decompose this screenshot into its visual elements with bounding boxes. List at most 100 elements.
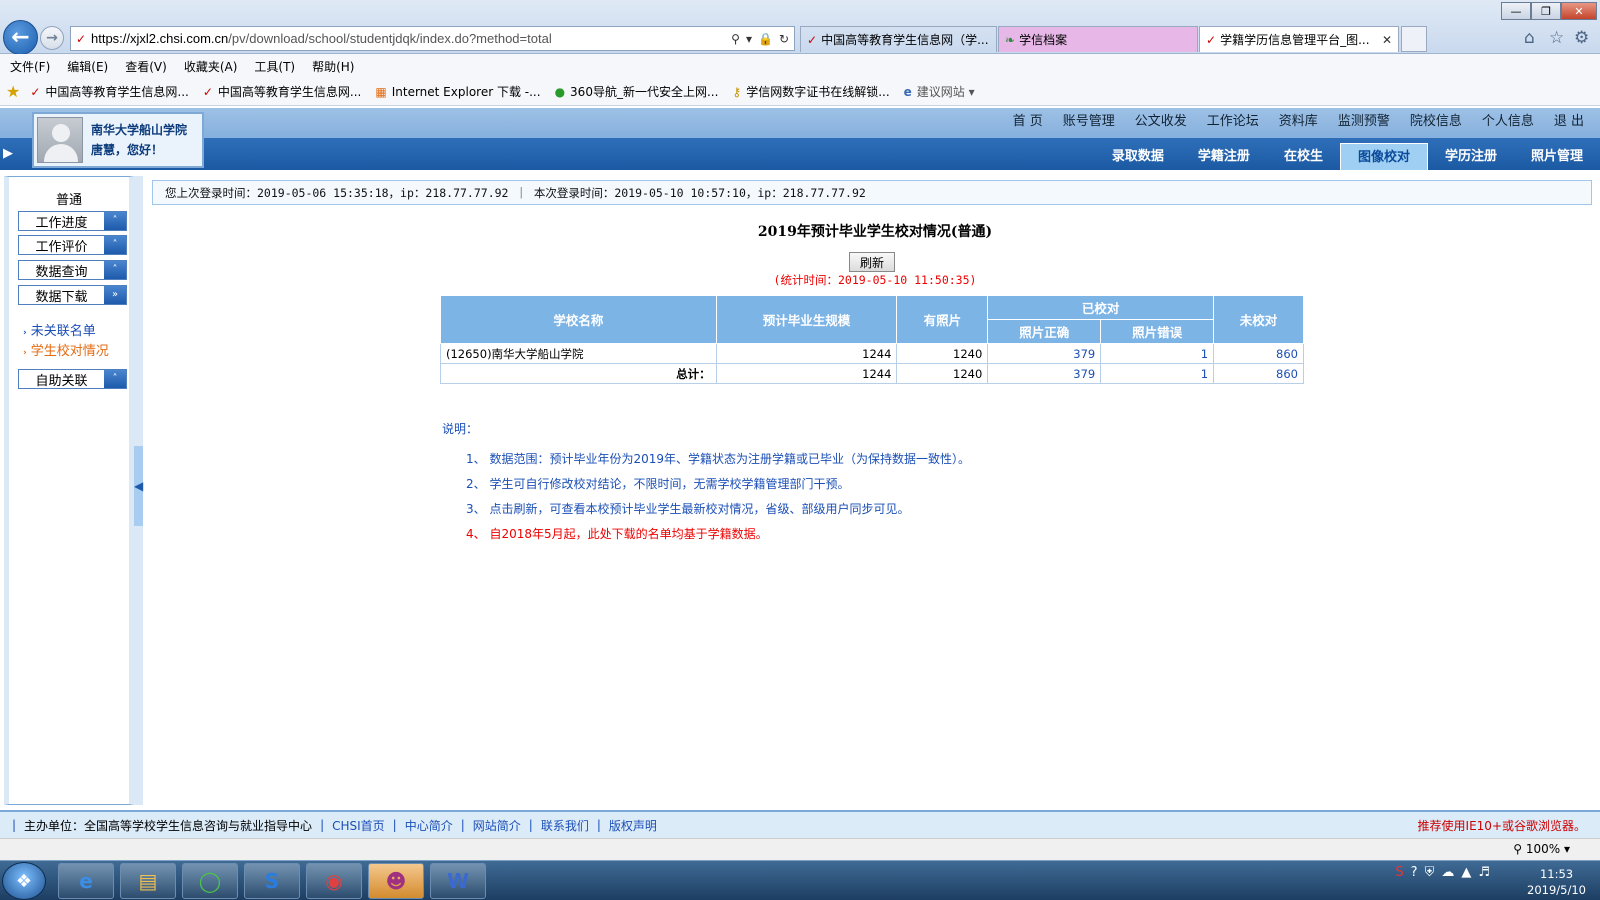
clock-time: 11:53 <box>1539 867 1574 881</box>
favorites-star-icon[interactable]: ☆ <box>1549 28 1564 48</box>
address-bar[interactable]: ✓ https://xjxl2.chsi.com.cn/pv/download/… <box>70 26 795 51</box>
footer-link-chsi-home[interactable]: CHSI首页 <box>332 817 385 834</box>
address-url[interactable]: https://xjxl2.chsi.com.cn/pv/download/sc… <box>91 31 731 46</box>
favorite-link-1[interactable]: ✓ 中国高等教育学生信息网... <box>30 83 189 100</box>
shield-icon[interactable]: ⛨ <box>1425 865 1435 880</box>
system-clock[interactable]: 11:53 2019/5/10 <box>1527 866 1586 898</box>
zoom-icon: ⚲ <box>1513 842 1523 856</box>
system-tray: S ? ⛨ ☁ ▲ ♬ <box>1395 865 1490 880</box>
sidebar-self-link[interactable]: 自助关联 ˄ <box>18 369 127 389</box>
cloud-icon[interactable]: ☁ <box>1441 865 1454 880</box>
footer-link-center-intro[interactable]: 中心简介 <box>405 817 453 834</box>
back-button[interactable]: ← <box>3 20 38 55</box>
tab-admission[interactable]: 录取数据 <box>1095 143 1181 170</box>
topnav-school-info[interactable]: 院校信息 <box>1410 110 1462 129</box>
browser-tab-1[interactable]: ✓ 中国高等教育学生信息网（学... <box>800 26 997 52</box>
favorites-star-icon[interactable]: ★ <box>6 82 20 101</box>
col-header-photo: 有照片 <box>896 295 989 344</box>
topnav-library[interactable]: 资料库 <box>1279 110 1318 129</box>
cell-wrong-link[interactable]: 1 <box>1100 343 1215 364</box>
topnav-personal[interactable]: 个人信息 <box>1482 110 1534 129</box>
lock-icon[interactable]: 🔒 <box>758 32 773 46</box>
chsi-icon: ✓ <box>202 84 213 99</box>
cell-total-wrong-link[interactable]: 1 <box>1100 363 1215 384</box>
sogou-icon: S <box>264 869 280 893</box>
refresh-button[interactable]: 刷新 <box>849 252 895 272</box>
table-row: (12650)南华大学船山学院 1244 1240 379 1 860 <box>440 343 1304 364</box>
tab-degree-registration[interactable]: 学历注册 <box>1428 143 1514 170</box>
dropdown-icon[interactable]: ▾ <box>746 32 752 46</box>
sidebar-item-label: 数据下载 <box>35 289 88 305</box>
forward-button[interactable]: → <box>40 26 64 50</box>
home-icon[interactable]: ⌂ <box>1524 28 1535 48</box>
sogou-ime-icon[interactable]: S <box>1395 865 1403 880</box>
cell-unchecked-link[interactable]: 860 <box>1213 343 1304 364</box>
taskbar-app-active[interactable]: ☻ <box>368 863 424 899</box>
tab-photo-management[interactable]: 照片管理 <box>1514 143 1600 170</box>
start-button[interactable]: ❖ <box>2 862 46 900</box>
note-item: 3、 点击刷新，可查看本校预计毕业学生最新校对情况，省级、部级用户同步可见。 <box>466 502 910 516</box>
sidebar-link-unlinked-list[interactable]: › 未关联名单 <box>23 320 96 339</box>
minimize-button[interactable]: — <box>1501 2 1531 20</box>
browser360-icon: ◯ <box>198 869 222 893</box>
close-tab-icon[interactable]: ✕ <box>1382 33 1392 47</box>
taskbar-ie[interactable]: e <box>58 863 114 899</box>
cell-total-correct-link[interactable]: 379 <box>987 363 1102 384</box>
taskbar-explorer[interactable]: ▤ <box>120 863 176 899</box>
favorite-link-2[interactable]: ✓ 中国高等教育学生信息网... <box>203 83 362 100</box>
help-icon[interactable]: ? <box>1411 865 1418 880</box>
cell-correct-link[interactable]: 379 <box>987 343 1102 364</box>
footer-link-copyright[interactable]: 版权声明 <box>609 817 657 834</box>
search-icon[interactable]: ⚲ <box>731 32 740 46</box>
menu-edit[interactable]: 编辑(E) <box>67 58 108 75</box>
gear-icon[interactable]: ⚙ <box>1574 28 1589 48</box>
topnav-monitor[interactable]: 监测预警 <box>1338 110 1390 129</box>
sidebar-data-download[interactable]: 数据下载 » <box>18 285 127 305</box>
menu-help[interactable]: 帮助(H) <box>312 58 354 75</box>
tab-registration[interactable]: 学籍注册 <box>1181 143 1267 170</box>
footer-link-site-intro[interactable]: 网站简介 <box>473 817 521 834</box>
volume-icon[interactable]: ♬ <box>1478 865 1490 880</box>
browser-recommendation: 推荐使用IE10+或谷歌浏览器。 <box>1417 818 1586 833</box>
topnav-forum[interactable]: 工作论坛 <box>1207 110 1259 129</box>
topnav-account[interactable]: 账号管理 <box>1063 110 1115 129</box>
tab-enrolled[interactable]: 在校生 <box>1267 143 1340 170</box>
tab-image-check[interactable]: 图像校对 <box>1339 143 1428 170</box>
browser-tab-2[interactable]: ❧ 学信档案 <box>998 26 1198 52</box>
favorite-link-3[interactable]: ▦ Internet Explorer 下载 -... <box>375 83 540 100</box>
favorite-link-5[interactable]: ⚷ 学信网数字证书在线解锁... <box>732 83 889 100</box>
cell-total-unchecked-link[interactable]: 860 <box>1213 363 1304 384</box>
browser-tab-3[interactable]: ✓ 学籍学历信息管理平台_图... ✕ <box>1199 26 1399 52</box>
sidebar-splitter[interactable]: ◀ <box>134 176 143 805</box>
menu-tools[interactable]: 工具(T) <box>254 58 295 75</box>
taskbar-chrome[interactable]: ◉ <box>306 863 362 899</box>
taskbar-sogou[interactable]: S <box>244 863 300 899</box>
favorite-link-4[interactable]: ● 360导航_新一代安全上网... <box>555 83 719 100</box>
maximize-button[interactable]: ❐ <box>1531 2 1561 20</box>
menu-file[interactable]: 文件(F) <box>10 58 50 75</box>
topnav-logout[interactable]: 退 出 <box>1554 110 1584 129</box>
sidebar-link-label: 学生校对情况 <box>30 344 109 359</box>
taskbar-wps[interactable]: W <box>430 863 486 899</box>
network-icon[interactable]: ▲ <box>1461 865 1471 880</box>
avatar <box>37 117 83 163</box>
collapse-arrow-icon[interactable]: ◀ <box>134 446 143 526</box>
topnav-documents[interactable]: 公文收发 <box>1135 110 1187 129</box>
zoom-control[interactable]: ⚲ 100% ▾ <box>1513 842 1570 856</box>
url-domain: https://xjxl2.chsi.com.cn <box>91 31 229 46</box>
taskbar-360-browser[interactable]: ◯ <box>182 863 238 899</box>
refresh-page-icon[interactable]: ↻ <box>779 32 789 46</box>
new-tab-button[interactable] <box>1401 26 1427 52</box>
sidebar-link-student-check[interactable]: › 学生校对情况 <box>23 340 109 359</box>
chsi-icon: ✓ <box>1206 32 1217 47</box>
stat-time: (统计时间：2019-05-10 11:50:35) <box>773 273 977 287</box>
window-close-button[interactable]: ✕ <box>1561 2 1597 20</box>
menu-favorites[interactable]: 收藏夹(A) <box>184 58 238 75</box>
topnav-home[interactable]: 首 页 <box>1013 110 1043 129</box>
menu-view[interactable]: 查看(V) <box>125 58 167 75</box>
school-name: 南华大学船山学院 <box>91 123 188 137</box>
favorite-link-6[interactable]: e 建议网站 ▾ <box>904 83 975 100</box>
sidebar-toggle-icon[interactable]: ▶ <box>0 141 16 167</box>
footer-link-contact[interactable]: 联系我们 <box>541 817 589 834</box>
windows-taskbar: ❖ e ▤ ◯ S ◉ ☻ W S ? ⛨ ☁ ▲ ♬ 11:53 2019/5… <box>0 860 1600 900</box>
